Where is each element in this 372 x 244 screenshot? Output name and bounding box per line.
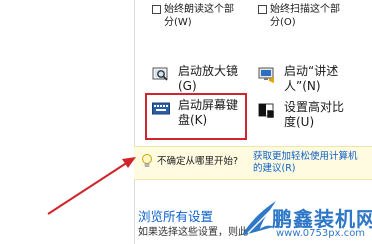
magnifier-icon (152, 67, 168, 81)
checkbox-label: 始终扫描这个部分(O) (270, 4, 340, 28)
high-contrast-label: 设置高对比度(U) (284, 100, 345, 129)
narrator-label: 启动“讲述人”(N) (284, 64, 339, 93)
magnifier-label: 启动放大镜(G) (178, 64, 239, 93)
checkbox-box[interactable] (258, 5, 267, 14)
checkbox-always-scan[interactable]: 始终扫描这个部分(O) (258, 3, 345, 29)
tip-prompt: 不确定从哪里开始? (157, 156, 239, 167)
checkbox-box[interactable] (152, 5, 161, 14)
watermark-url: www.0753px.com (276, 228, 366, 239)
set-high-contrast-button[interactable]: 设置高对比度(U) (258, 100, 344, 130)
highlight-box (145, 93, 247, 140)
high-contrast-icon (258, 103, 275, 119)
checkbox-always-read[interactable]: 始终朗读这个部分(W) (152, 3, 242, 29)
browse-all-settings-subtitle: 如果选择这些设置，则此 (138, 227, 248, 238)
tip-link[interactable]: 获取更加轻松使用计算机的建议(R) (253, 151, 365, 175)
checkbox-label: 始终朗读这个部分(W) (164, 4, 234, 28)
narrator-icon (258, 67, 274, 83)
start-narrator-button[interactable]: 启动“讲述人”(N) (258, 64, 356, 94)
start-magnifier-button[interactable]: 启动放大镜(G) (152, 64, 240, 94)
lightbulb-icon (142, 154, 152, 167)
section-divider (134, 0, 135, 244)
